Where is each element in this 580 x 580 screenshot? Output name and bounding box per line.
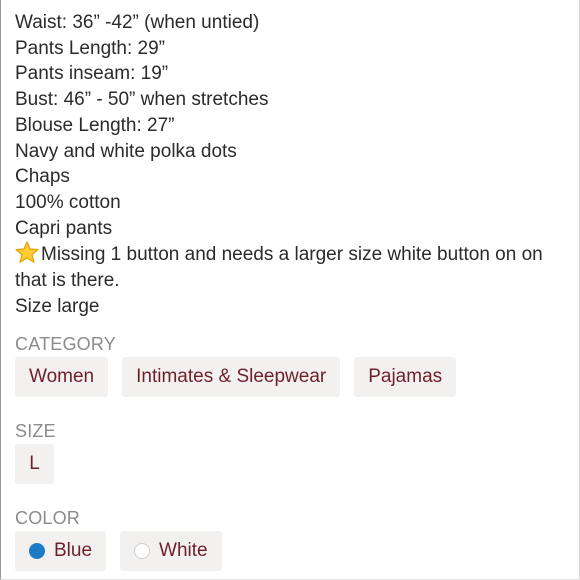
category-chip-intimates-sleepwear[interactable]: Intimates & Sleepwear <box>122 357 341 397</box>
description-line: Bust: 46” - 50” when stretches <box>15 89 269 111</box>
star-icon <box>15 241 39 264</box>
item-description: Waist: 36” -42” (when untied) Pants Leng… <box>15 10 570 319</box>
size-chips: L <box>15 444 54 484</box>
color-chip-label: White <box>159 540 208 561</box>
description-line: 100% cotton <box>15 191 121 213</box>
white-swatch-icon <box>134 543 151 559</box>
color-chip-white[interactable]: White <box>120 531 222 571</box>
color-chip-label: Blue <box>54 540 93 561</box>
category-heading: CATEGORY <box>15 334 116 354</box>
category-chips: Women Intimates & Sleepwear Pajamas <box>15 357 457 397</box>
category-chip-women[interactable]: Women <box>15 357 109 397</box>
color-chips: Blue White <box>15 531 222 571</box>
condition-note-text: Missing 1 button and needs a larger size… <box>15 244 543 292</box>
color-chip-blue[interactable]: Blue <box>15 531 107 571</box>
blue-swatch-icon <box>29 543 45 559</box>
description-line: Blouse Length: 27” <box>15 114 175 136</box>
size-chip[interactable]: L <box>15 444 54 484</box>
condition-note: Missing 1 button and needs a larger size… <box>15 241 570 293</box>
category-chip-pajamas[interactable]: Pajamas <box>354 357 457 397</box>
description-line: Pants inseam: 19” <box>15 63 169 85</box>
description-line: Chaps <box>15 166 70 188</box>
color-heading: COLOR <box>15 508 81 528</box>
description-line: Navy and white polka dots <box>15 140 237 162</box>
size-heading: SIZE <box>15 421 56 441</box>
description-line: Size large <box>15 295 100 317</box>
description-line: Waist: 36” -42” (when untied) <box>15 12 260 33</box>
description-line: Pants Length: 29” <box>15 37 165 59</box>
description-line: Capri pants <box>15 217 113 239</box>
